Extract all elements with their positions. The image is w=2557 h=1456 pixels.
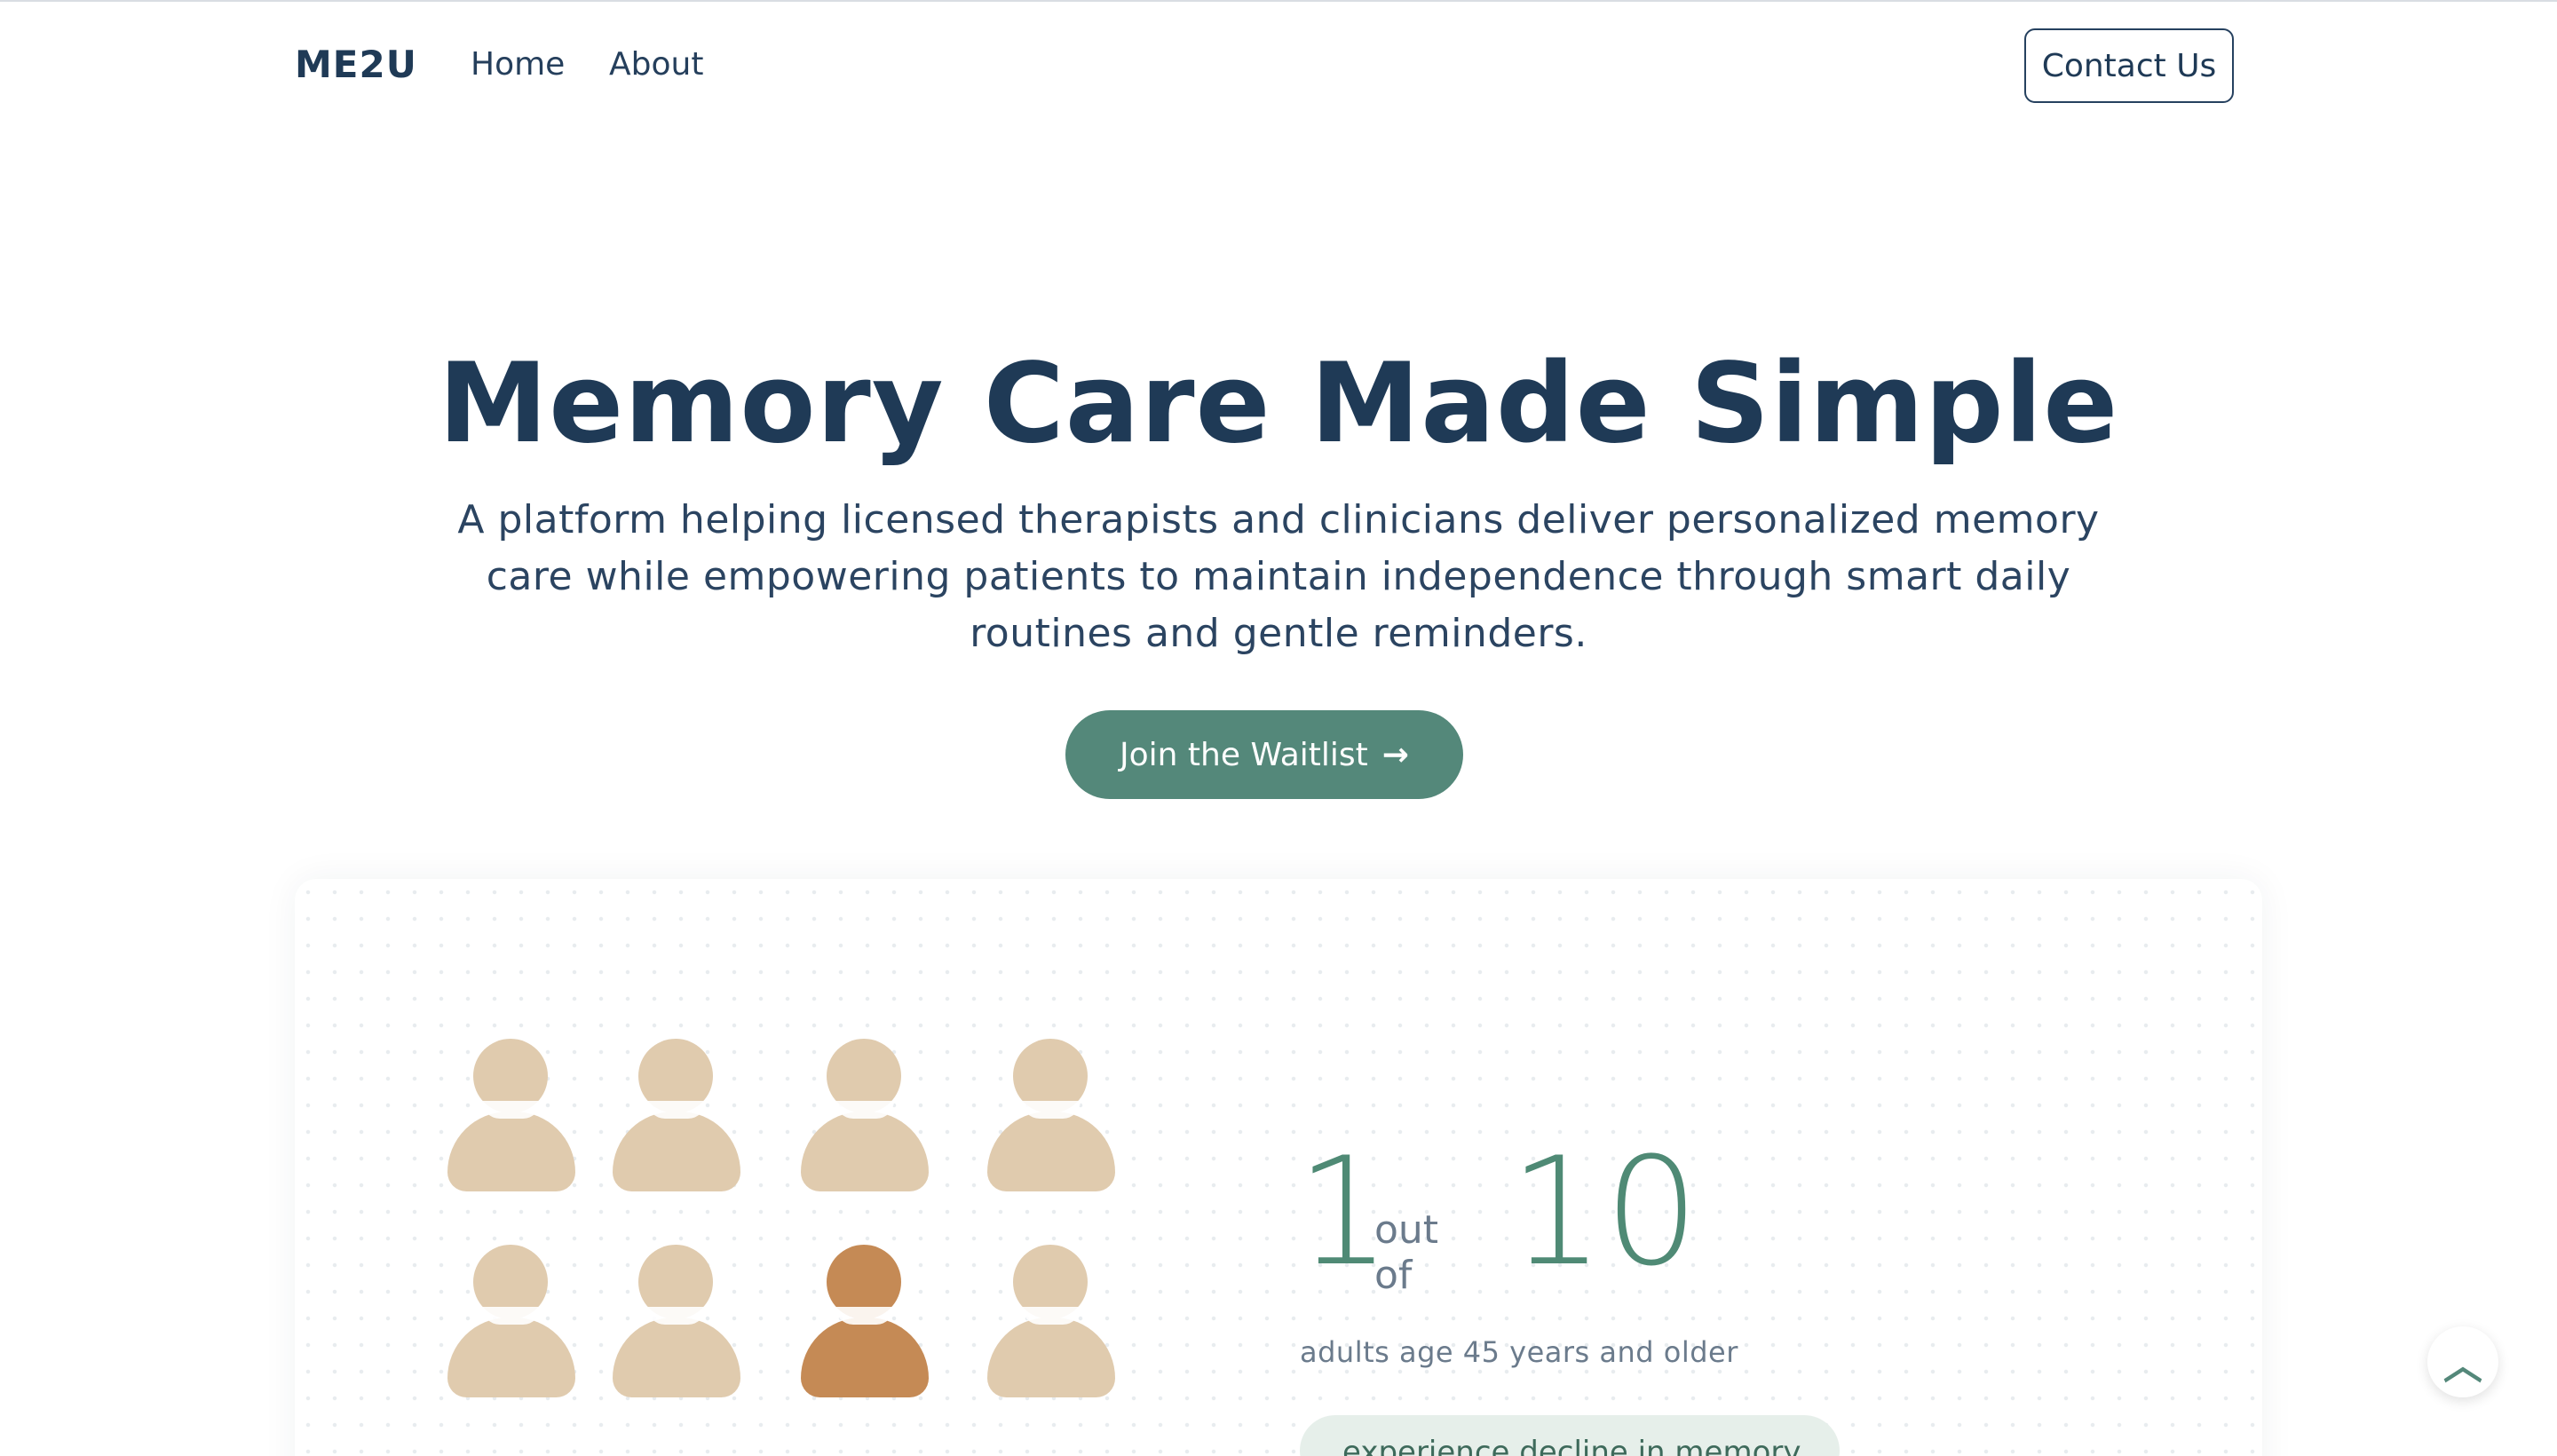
person-icon: [447, 1245, 575, 1397]
top-border: [0, 0, 2557, 2]
person-icon-highlighted: [801, 1245, 929, 1397]
stat-pill-text: experience decline in memory: [1342, 1435, 1801, 1456]
top-nav: ME2U Home About Contact Us: [295, 27, 2234, 107]
person-icon: [613, 1039, 740, 1191]
arrow-right-icon: →: [1381, 736, 1409, 773]
nav-link-about[interactable]: About: [609, 46, 703, 83]
person-icon: [987, 1039, 1115, 1191]
person-icon: [613, 1245, 740, 1397]
nav-link-home[interactable]: Home: [471, 46, 565, 83]
scroll-to-top-button[interactable]: ︿: [2427, 1326, 2498, 1397]
person-icon: [447, 1039, 575, 1191]
join-waitlist-button[interactable]: Join the Waitlist →: [1065, 710, 1463, 799]
contact-us-button[interactable]: Contact Us: [2024, 28, 2234, 103]
stat-denominator: 10: [1509, 1125, 1699, 1299]
hero-title: Memory Care Made Simple: [438, 340, 2119, 469]
chevron-up-icon: ︿: [2443, 1343, 2482, 1389]
stat-connector: out of: [1374, 1207, 1439, 1298]
logo[interactable]: ME2U: [295, 43, 417, 86]
stat-card: [295, 879, 2262, 1456]
person-icon: [801, 1039, 929, 1191]
page: ME2U Home About Contact Us Memory Care M…: [0, 0, 2557, 1456]
stat-caption: adults age 45 years and older: [1300, 1335, 1738, 1369]
stat-pill: experience decline in memory: [1300, 1415, 1840, 1456]
join-waitlist-label: Join the Waitlist: [1120, 736, 1368, 773]
hero-subtitle: A platform helping licensed therapists a…: [457, 497, 2100, 656]
person-icon: [987, 1245, 1115, 1397]
